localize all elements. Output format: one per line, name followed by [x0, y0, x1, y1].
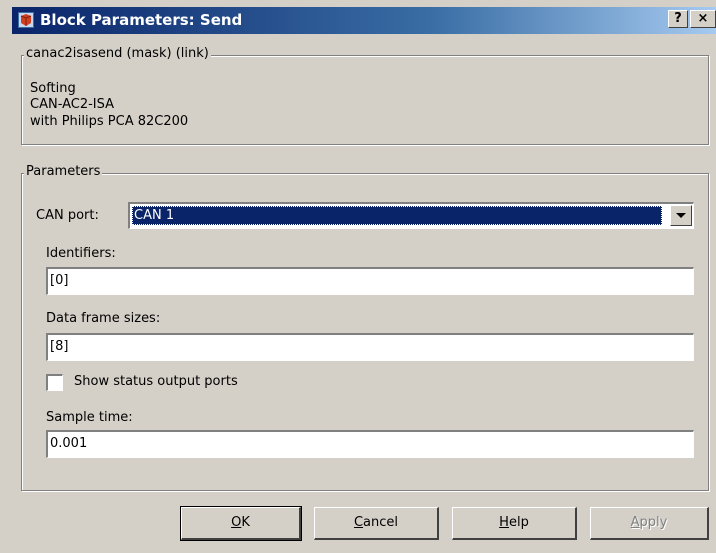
- help-button-label: Help: [499, 515, 529, 530]
- apply-button[interactable]: Apply: [590, 507, 709, 540]
- data-frame-sizes-label: Data frame sizes:: [46, 311, 161, 326]
- title-bar[interactable]: Block Parameters: Send ? ×: [12, 7, 716, 34]
- description-group-title: canac2isasend (mask) (link): [24, 46, 211, 61]
- cancel-button-label: Cancel: [353, 515, 399, 530]
- dropdown-arrow-icon[interactable]: [670, 205, 692, 226]
- apply-button-label: Apply: [630, 515, 668, 530]
- help-icon[interactable]: ?: [668, 10, 688, 28]
- help-button[interactable]: Help: [452, 507, 577, 540]
- simulink-block-icon: [18, 12, 34, 28]
- description-group: [21, 55, 709, 145]
- parameters-group-title: Parameters: [24, 164, 103, 179]
- description-line-2: CAN-AC2-ISA: [30, 97, 115, 112]
- sample-time-label: Sample time:: [46, 410, 133, 425]
- ok-button-label: OK: [231, 515, 250, 530]
- cancel-button[interactable]: Cancel: [314, 507, 439, 540]
- block-parameters-dialog: Block Parameters: Send ? × canac2isasend…: [0, 0, 716, 553]
- description-line-3: with Philips PCA 82C200: [30, 114, 189, 129]
- show-status-label[interactable]: Show status output ports: [74, 374, 238, 389]
- can-port-label: CAN port:: [36, 208, 99, 223]
- sample-time-field[interactable]: 0.001: [46, 430, 694, 458]
- window-title: Block Parameters: Send: [40, 11, 243, 29]
- identifiers-field[interactable]: [0]: [46, 267, 694, 295]
- show-status-checkbox[interactable]: [46, 374, 63, 391]
- data-frame-sizes-field[interactable]: [8]: [46, 333, 694, 361]
- can-port-selected-value: CAN 1: [132, 206, 662, 225]
- identifiers-label: Identifiers:: [46, 246, 116, 261]
- close-icon[interactable]: ×: [690, 10, 716, 28]
- ok-button[interactable]: OK: [180, 506, 302, 541]
- description-line-1: Softing: [30, 81, 76, 96]
- can-port-dropdown[interactable]: CAN 1: [128, 202, 694, 229]
